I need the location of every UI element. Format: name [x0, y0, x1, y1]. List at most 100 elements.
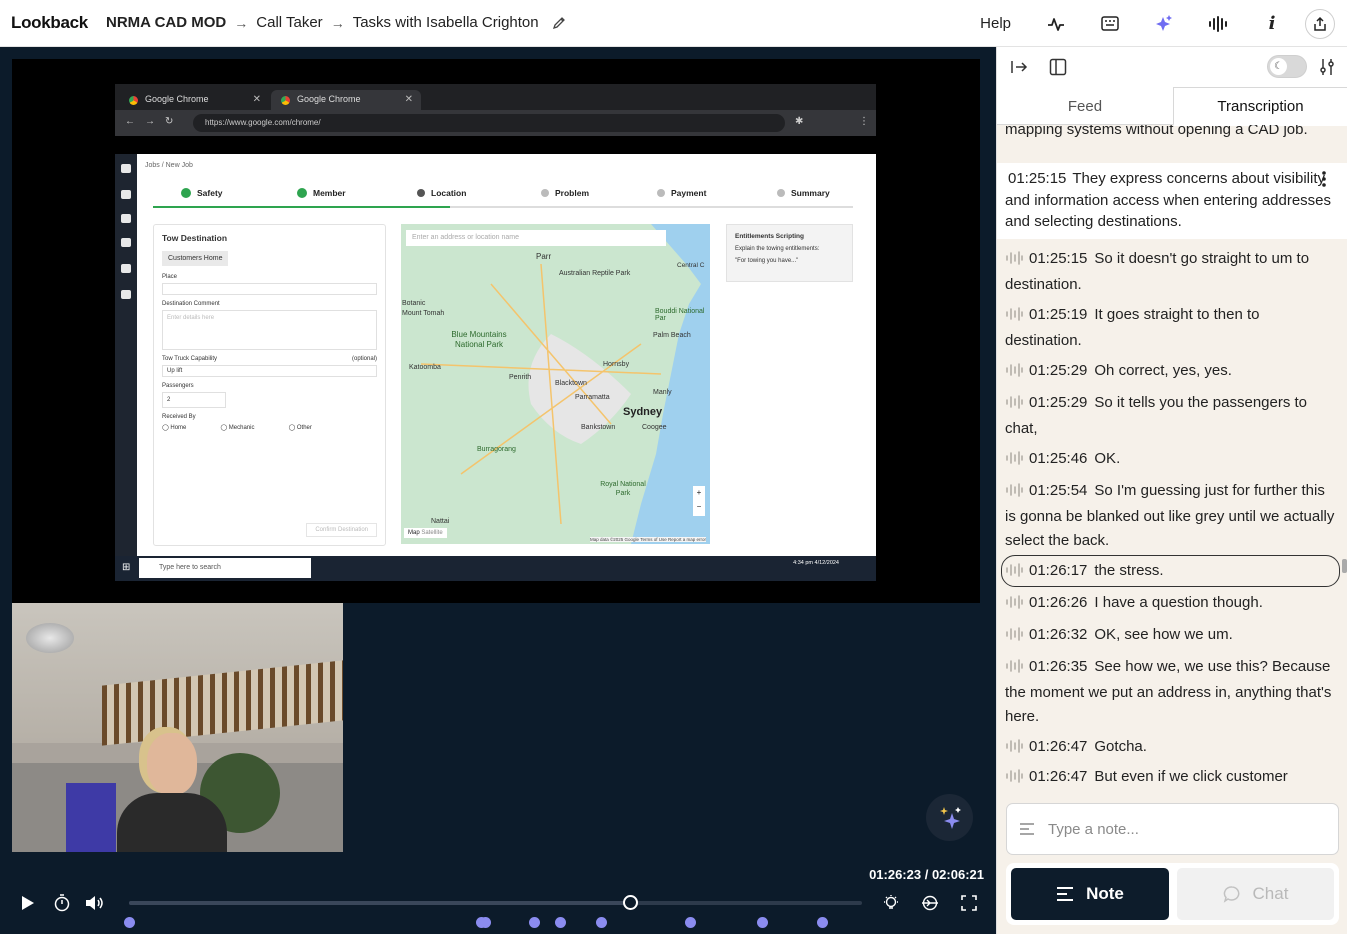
trim-icon	[922, 895, 938, 911]
share-button[interactable]	[1299, 0, 1341, 47]
sparkles-icon	[939, 806, 961, 829]
chat-button-label: Chat	[1252, 884, 1289, 903]
form-title: Tow Destination	[162, 233, 228, 243]
clip-button[interactable]	[918, 891, 942, 915]
map-label: Blue Mountains National Park	[451, 330, 507, 349]
map-label: Sydney	[623, 406, 663, 418]
timeline-marker[interactable]	[124, 917, 135, 928]
transcript-timestamp[interactable]: 01:26:17	[1029, 562, 1087, 579]
participant	[117, 733, 227, 852]
help-link[interactable]: Help	[980, 15, 1011, 32]
transcript-timestamp[interactable]: 01:26:26	[1029, 594, 1087, 611]
transcript-timestamp[interactable]: 01:25:29	[1029, 394, 1087, 411]
breadcrumb-session: Tasks with Isabella Crighton	[352, 14, 539, 31]
field-label: Passengers	[162, 383, 194, 389]
waveform-icon	[1005, 561, 1023, 585]
breadcrumb-section[interactable]: Call Taker	[256, 14, 322, 31]
transcript-text: I have a question though.	[1094, 594, 1263, 611]
timeline-marker[interactable]	[684, 917, 696, 928]
transcript-timestamp[interactable]: 01:25:19	[1029, 306, 1087, 323]
browser-toolbar: ← → ↻ https://www.google.com/chrome/ ✱ ⋮	[115, 110, 876, 136]
transcript-timestamp[interactable]: 01:26:35	[1029, 658, 1087, 675]
transcript-list: mapping systems without opening a CAD jo…	[997, 125, 1347, 799]
transcript-line[interactable]: 01:25:19 It goes straight to then to dest…	[1005, 303, 1335, 353]
radio-other: ◯ Other	[288, 425, 312, 431]
timeline-marker[interactable]	[555, 917, 566, 928]
filter-settings-button[interactable]	[1315, 55, 1339, 79]
transcript-timestamp[interactable]: 01:25:46	[1029, 450, 1087, 467]
video-player[interactable]: Google Chrome ✕ Google Chrome ✕ ← → ↻ ht…	[0, 47, 996, 934]
transcript-line[interactable]: 01:26:26 I have a question though.	[1005, 591, 1335, 617]
transcript-timestamp[interactable]: 01:26:32	[1029, 626, 1087, 643]
tab-feed[interactable]: Feed	[997, 87, 1173, 125]
address-bar: https://www.google.com/chrome/	[193, 114, 785, 132]
chat-button[interactable]: Chat	[1177, 868, 1334, 920]
app-rail	[115, 154, 137, 556]
timeline-marker[interactable]	[817, 917, 829, 928]
transcript-line[interactable]: 01:25:15 So it doesn't go straight to um …	[1005, 247, 1335, 297]
timeline-scrubber[interactable]	[129, 901, 862, 905]
timeline-marker[interactable]	[529, 917, 541, 928]
field-label: Tow Truck Capability	[162, 356, 218, 362]
transcript-line[interactable]: 01:26:35 See how we, we use this? Because…	[1005, 655, 1335, 729]
waveform-icon[interactable]	[1191, 0, 1245, 47]
summary-timestamp[interactable]: 01:25:15	[1008, 170, 1066, 187]
note-button[interactable]: Note	[1011, 868, 1169, 920]
highlight-button[interactable]	[879, 891, 903, 915]
breadcrumb-project[interactable]: NRMA CAD MOD	[106, 14, 226, 31]
timeline-marker[interactable]	[756, 917, 768, 928]
transcript-line[interactable]: 01:25:46 OK.	[1005, 447, 1335, 473]
close-icon: ✕	[404, 94, 413, 105]
ai-assistant-button[interactable]	[926, 794, 973, 841]
transcript-timestamp[interactable]: 01:25:54	[1029, 482, 1087, 499]
scrollbar-thumb[interactable]	[1342, 559, 1347, 573]
entitlements-quote: "For towing you have..."	[735, 258, 799, 264]
transcript-line[interactable]: 01:26:47 But even if we click customer	[1005, 765, 1335, 791]
transcript-text: the stress.	[1094, 562, 1164, 579]
tab-transcription[interactable]: Transcription	[1173, 87, 1347, 126]
sparkles-icon[interactable]	[1137, 0, 1191, 47]
transcript-line[interactable]: 01:25:29 So it tells you the passengers t…	[1005, 391, 1335, 441]
timeline-marker[interactable]	[479, 917, 491, 928]
transcript-line[interactable]: 01:25:29 Oh correct, yes, yes.	[1005, 359, 1335, 385]
stepper: Safety Member Location Problem Payment S…	[153, 182, 853, 208]
edit-pencil-icon[interactable]	[551, 15, 567, 31]
transcript-line[interactable]: 01:26:47 Gotcha.	[1005, 735, 1335, 761]
fullscreen-button[interactable]	[957, 891, 981, 915]
transcript-line[interactable]: 01:26:32 OK, see how we um.	[1005, 623, 1335, 649]
transcript-timestamp[interactable]: 01:26:47	[1029, 768, 1087, 785]
entitlements-title: Entitlements Scripting	[735, 233, 804, 240]
map-label: Australian Reptile Park	[559, 270, 631, 277]
timeline-handle[interactable]	[622, 895, 638, 910]
breadcrumb: NRMA CAD MOD → Call Taker → Tasks with I…	[106, 14, 567, 31]
speed-button[interactable]	[50, 891, 74, 915]
activity-icon[interactable]	[1029, 0, 1083, 47]
info-icon[interactable]: i	[1245, 0, 1299, 47]
panel-actions: Note Chat	[1006, 863, 1339, 925]
keyboard-icon[interactable]	[1083, 0, 1137, 47]
summary-text-fragment: mapping systems without opening a CAD jo…	[1005, 125, 1308, 138]
fullscreen-icon	[961, 895, 977, 911]
browser-tab: Google Chrome ✕	[119, 90, 269, 110]
transcript-line[interactable]: 01:25:54 So I'm guessing just for further…	[1005, 479, 1335, 553]
windows-taskbar: ⊞ Type here to search 4:34 pm 4/12/2024	[115, 556, 876, 581]
volume-button[interactable]	[83, 891, 107, 915]
timeline-marker[interactable]	[596, 917, 608, 928]
transcript-timestamp[interactable]: 01:25:29	[1029, 362, 1087, 379]
layout-button[interactable]	[1046, 55, 1070, 79]
transcript-timestamp[interactable]: 01:25:15	[1029, 250, 1087, 267]
note-input[interactable]: Type a note...	[1006, 803, 1339, 855]
collapse-panel-button[interactable]	[1007, 55, 1031, 79]
play-button[interactable]	[16, 891, 40, 915]
waveform-icon	[1005, 361, 1023, 385]
theme-toggle[interactable]: ☾	[1267, 55, 1307, 78]
waveform-icon	[1005, 593, 1023, 617]
transcript-timestamp[interactable]: 01:26:47	[1029, 738, 1087, 755]
transcript-line[interactable]: 01:26:17 the stress.	[1005, 559, 1335, 585]
map-label: Penrith	[509, 374, 532, 381]
map-label: Nattai	[431, 518, 450, 525]
lookback-logo[interactable]: Lookback	[11, 13, 88, 33]
browser-menu-icon: ⋮	[859, 116, 869, 127]
summary-item[interactable]: 01:25:15 They express concerns about visi…	[997, 163, 1347, 239]
more-options-icon[interactable]	[1322, 171, 1326, 194]
